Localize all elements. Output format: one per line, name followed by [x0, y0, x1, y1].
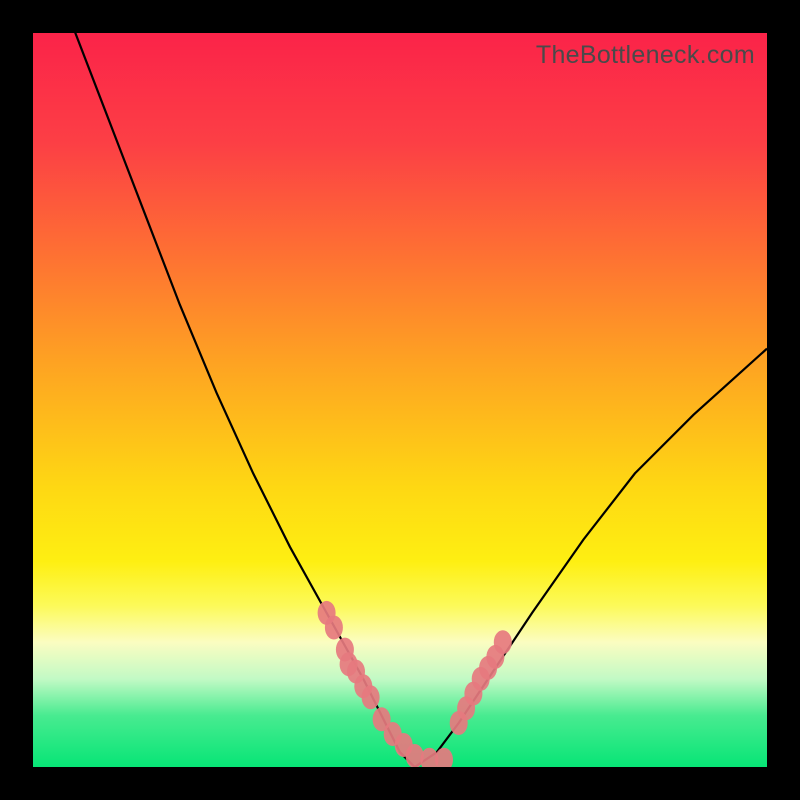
chart-frame: TheBottleneck.com: [0, 0, 800, 800]
data-marker: [325, 616, 343, 640]
scatter-right: [450, 630, 512, 735]
data-marker: [494, 630, 512, 654]
scatter-left: [318, 601, 453, 767]
chart-svg: [33, 33, 767, 767]
data-marker: [362, 685, 380, 709]
curve-left: [70, 33, 415, 767]
plot-area: TheBottleneck.com: [33, 33, 767, 767]
